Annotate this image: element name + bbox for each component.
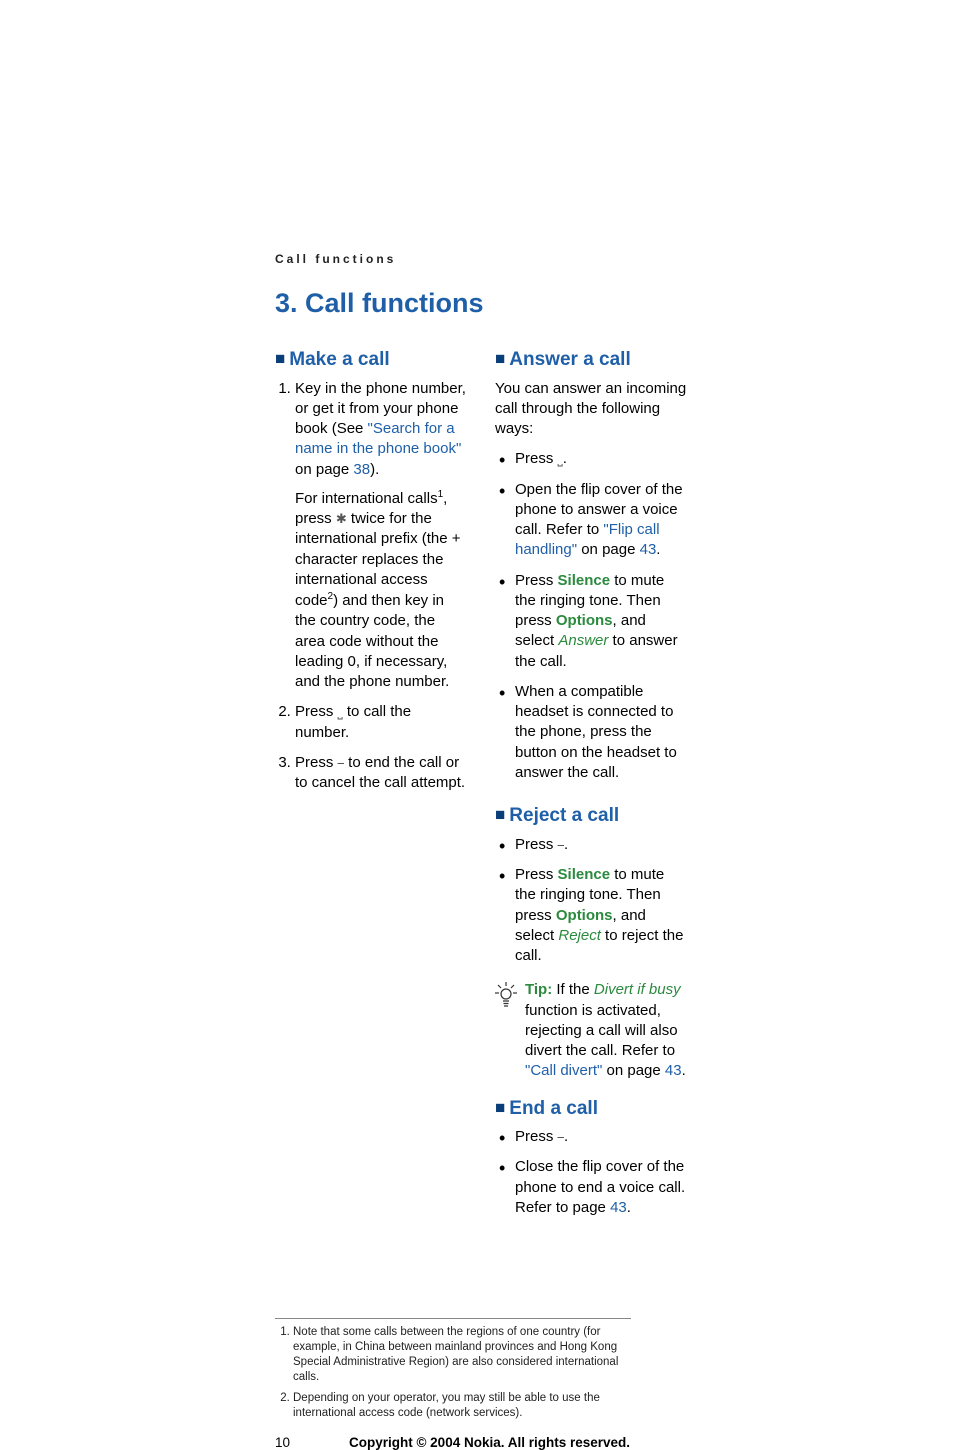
text: Press bbox=[295, 703, 338, 720]
key-name-options: Options bbox=[556, 612, 613, 629]
list-item: Press ⎯. bbox=[495, 1127, 689, 1147]
two-column-body: Make a call Key in the phone number, or … bbox=[275, 347, 689, 1218]
text: Close the flip cover of the phone to end… bbox=[515, 1158, 685, 1216]
text: . bbox=[563, 450, 567, 467]
tip-block: Tip: If the Divert if busy function is a… bbox=[495, 980, 689, 1081]
text: . bbox=[656, 541, 660, 558]
text: Press bbox=[515, 450, 558, 467]
page-number: 10 bbox=[275, 1435, 290, 1450]
key-name-silence: Silence bbox=[558, 572, 611, 589]
section-heading: Make a call bbox=[275, 347, 469, 373]
list-item: Key in the phone number, or get it from … bbox=[295, 379, 469, 693]
link-call-divert[interactable]: "Call divert" bbox=[525, 1062, 602, 1079]
text: Press bbox=[515, 866, 558, 883]
text: on page bbox=[295, 461, 353, 478]
paragraph: You can answer an incoming call through … bbox=[495, 379, 689, 440]
text: Press bbox=[515, 572, 558, 589]
link-page-43[interactable]: 43 bbox=[610, 1199, 627, 1216]
text: Press bbox=[515, 836, 558, 853]
list-item: Press ⎯. bbox=[495, 835, 689, 855]
text: ). bbox=[370, 461, 379, 478]
text: function is activated, rejecting a call … bbox=[525, 1002, 678, 1060]
key-name-options: Options bbox=[556, 907, 613, 924]
section-reject-a-call: Reject a call Press ⎯. Press Silence to … bbox=[495, 803, 689, 1081]
text: . bbox=[564, 836, 568, 853]
text: . bbox=[627, 1199, 631, 1216]
text: Press bbox=[515, 1128, 558, 1145]
list-item: Press ⎵ to call the number. bbox=[295, 702, 469, 743]
page-footer: 10 Copyright © 2004 Nokia. All rights re… bbox=[275, 1435, 689, 1450]
section-answer-a-call: Answer a call You can answer an incoming… bbox=[495, 347, 689, 783]
text: on page bbox=[602, 1062, 665, 1079]
feature-name-divert-if-busy: Divert if busy bbox=[594, 981, 681, 998]
menu-name-reject: Reject bbox=[558, 927, 601, 944]
section-heading: End a call bbox=[495, 1096, 689, 1122]
list-item: Press Silence to mute the ringing tone. … bbox=[495, 571, 689, 672]
text: . bbox=[682, 1062, 686, 1079]
tip-label: Tip: bbox=[525, 981, 552, 998]
star-key-icon: ✱ bbox=[336, 511, 347, 529]
link-page-43[interactable]: 43 bbox=[640, 541, 657, 558]
footnote-1: Note that some calls between the regions… bbox=[293, 1325, 631, 1385]
list-item: Press ⎯ to end the call or to cancel the… bbox=[295, 753, 469, 794]
running-header: Call functions bbox=[275, 252, 689, 266]
lightbulb-icon bbox=[495, 982, 517, 1012]
link-page-43[interactable]: 43 bbox=[665, 1062, 682, 1079]
text: If the bbox=[552, 981, 594, 998]
footnote-2: Depending on your operator, you may stil… bbox=[293, 1391, 631, 1421]
list-item: Close the flip cover of the phone to end… bbox=[495, 1157, 689, 1218]
text: . bbox=[564, 1128, 568, 1145]
text: on page bbox=[577, 541, 640, 558]
key-name-silence: Silence bbox=[558, 866, 611, 883]
list-item: When a compatible headset is connected t… bbox=[495, 682, 689, 783]
copyright-notice: Copyright © 2004 Nokia. All rights reser… bbox=[290, 1435, 689, 1450]
section-make-a-call: Make a call Key in the phone number, or … bbox=[275, 347, 469, 793]
section-heading: Answer a call bbox=[495, 347, 689, 373]
section-heading: Reject a call bbox=[495, 803, 689, 829]
footnotes: Note that some calls between the regions… bbox=[275, 1318, 631, 1421]
chapter-title: 3. Call functions bbox=[275, 288, 689, 319]
link-page-38[interactable]: 38 bbox=[353, 461, 370, 478]
menu-name-answer: Answer bbox=[558, 632, 608, 649]
paragraph: For international calls1, press ✱ twice … bbox=[295, 488, 469, 693]
list-item: Open the flip cover of the phone to answ… bbox=[495, 480, 689, 561]
tip-text: Tip: If the Divert if busy function is a… bbox=[525, 980, 689, 1081]
section-end-a-call: End a call Press ⎯. Close the flip cover… bbox=[495, 1096, 689, 1219]
text: For international calls bbox=[295, 490, 438, 507]
list-item: Press ⎵. bbox=[495, 449, 689, 469]
list-item: Press Silence to mute the ringing tone. … bbox=[495, 865, 689, 966]
text: Press bbox=[295, 754, 338, 771]
